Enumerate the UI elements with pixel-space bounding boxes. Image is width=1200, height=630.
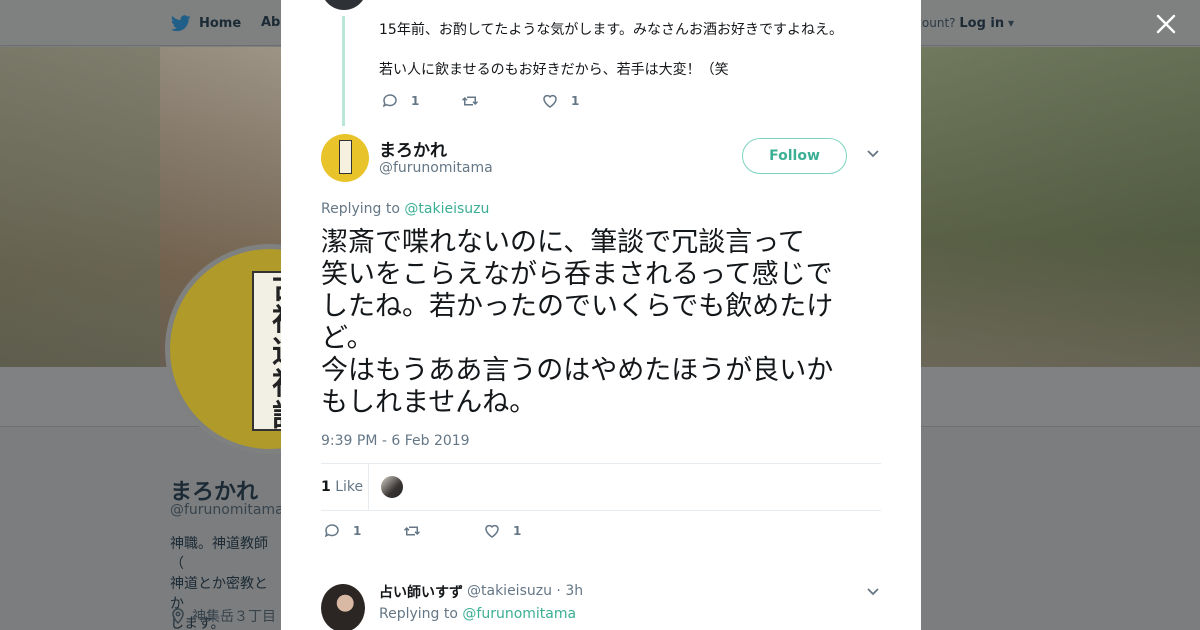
replying-to: Replying to @furunomitama <box>379 606 577 622</box>
avatar[interactable] <box>321 0 367 10</box>
location-pin-icon <box>172 608 184 624</box>
tweet-stats: 1 Like <box>321 463 881 511</box>
reply-count: 1 <box>353 524 362 538</box>
main-tweet-text: 潔斎で喋れないのに、筆談で冗談言って 笑いをこらえながら呑まされるって感じで し… <box>321 227 834 418</box>
heart-icon <box>543 94 557 108</box>
reply-count: 1 <box>411 94 420 108</box>
login-link[interactable]: Log in <box>959 16 1004 31</box>
tweet-actions: 1 1 <box>381 92 579 110</box>
like-button[interactable]: 1 <box>541 92 579 110</box>
reply-icon <box>324 524 339 538</box>
replying-to: Replying to @takieisuzu <box>321 201 490 217</box>
main-tweet-actions: 1 1 <box>323 522 521 540</box>
close-modal-button[interactable] <box>1154 12 1178 36</box>
author-name[interactable]: 占い師いすず <box>379 582 463 602</box>
tweet-text: 15年前、お酌してたような気がします。みなさんお酒お好きですよねえ。 若い人に飲… <box>379 22 843 78</box>
reply-button[interactable]: 1 <box>381 92 461 110</box>
tweet-timestamp[interactable]: 9:39 PM - 6 Feb 2019 <box>321 433 470 449</box>
avatar[interactable] <box>321 584 365 630</box>
tweet-time[interactable]: · 3h <box>556 583 583 599</box>
retweet-icon <box>403 526 421 536</box>
banner-trees-right <box>920 47 1200 367</box>
profile-location: 神集岳３丁目 <box>170 606 276 626</box>
nav-home[interactable]: Home <box>171 15 241 32</box>
caret-down-icon: ▾ <box>1007 16 1014 30</box>
like-count: 1 <box>571 94 580 108</box>
liker-avatar[interactable] <box>381 476 403 498</box>
avatar-plate <box>339 140 352 174</box>
follow-button[interactable]: Follow <box>742 138 847 174</box>
avatar[interactable] <box>321 134 369 182</box>
author-handle[interactable]: @furunomitama <box>379 160 493 176</box>
profile-handle: @furunomitama <box>170 502 284 518</box>
author-name[interactable]: まろかれ <box>379 136 447 161</box>
author-handle[interactable]: @takieisuzu <box>467 583 552 599</box>
likes-label: Like <box>335 479 364 495</box>
reply-icon <box>382 94 397 108</box>
likes-stat[interactable]: 1 Like <box>321 479 363 495</box>
close-icon <box>1156 14 1176 34</box>
main-tweet-header: まろかれ @furunomitama Follow <box>321 134 881 184</box>
like-count: 1 <box>513 524 522 538</box>
like-button[interactable]: 1 <box>483 522 521 540</box>
reply-button[interactable]: 1 <box>323 522 403 540</box>
heart-icon <box>485 524 499 538</box>
retweet-button[interactable] <box>461 92 541 110</box>
author-handle-and-time: @takieisuzu · 3h <box>467 583 583 599</box>
likes-count: 1 <box>321 479 331 495</box>
replying-to-link[interactable]: @furunomitama <box>462 606 576 622</box>
thread-connector-line <box>342 16 345 126</box>
previous-tweet: 15年前、お酌してたような気がします。みなさんお酒お好きですよねえ。 若い人に飲… <box>281 0 921 130</box>
nav-home-label: Home <box>199 16 242 31</box>
retweet-button[interactable] <box>403 522 483 540</box>
chevron-down-icon[interactable] <box>867 150 879 158</box>
reply-tweet: 占い師いすず @takieisuzu · 3h Replying to @fur… <box>321 578 881 630</box>
banner-trees-left <box>0 47 160 367</box>
nav-account: ccount? Log in ▾ <box>909 16 1014 31</box>
tweet-modal: 15年前、お酌してたような気がします。みなさんお酒お好きですよねえ。 若い人に飲… <box>281 0 921 630</box>
chevron-down-icon[interactable] <box>867 588 879 596</box>
retweet-icon <box>461 96 479 106</box>
replying-to-link[interactable]: @takieisuzu <box>404 201 489 217</box>
twitter-bird-icon <box>171 15 191 32</box>
stats-divider <box>368 464 369 511</box>
